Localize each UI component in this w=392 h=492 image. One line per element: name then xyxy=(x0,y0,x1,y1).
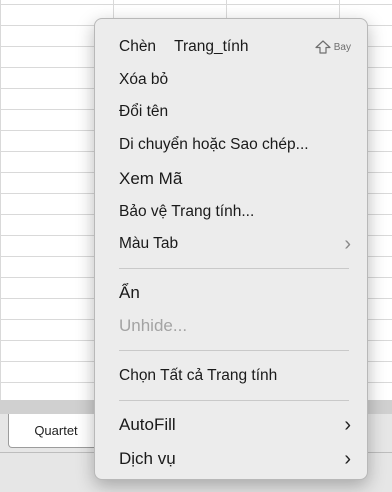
shortcut-text: Bay xyxy=(333,41,351,53)
chevron-right-icon: › xyxy=(344,448,351,470)
menu-item-insert-sheet[interactable]: Chèn Trang_tính Bay xyxy=(119,35,353,59)
menu-item-move-or-copy[interactable]: Di chuyển hoặc Sao chép... xyxy=(119,133,353,157)
menu-item-hide[interactable]: Ẩn xyxy=(119,281,353,305)
menu-item-label: Trang_tính xyxy=(174,38,249,55)
sheet-tab-label: Quartet xyxy=(34,423,78,438)
chevron-right-icon: › xyxy=(344,233,351,255)
menu-item-protect-sheet[interactable]: Bảo vệ Trang tính... xyxy=(119,200,353,224)
menu-item-label: Unhide... xyxy=(119,316,188,335)
menu-item-unhide: Unhide... xyxy=(119,314,353,338)
menu-item-label: AutoFill xyxy=(119,415,176,434)
menu-item-label: Ẩn xyxy=(119,283,140,302)
menu-separator xyxy=(119,400,349,401)
menu-item-label: Chèn xyxy=(119,38,157,55)
menu-item-rename[interactable]: Đổi tên xyxy=(119,100,353,124)
menu-item-autofill[interactable]: AutoFill › xyxy=(119,413,353,437)
menu-shortcut: Bay xyxy=(315,40,351,54)
menu-item-label: Di chuyển hoặc Sao chép... xyxy=(119,136,309,153)
menu-item-label: Đổi tên xyxy=(119,103,169,120)
menu-item-label: Xem Mã xyxy=(119,169,183,188)
menu-item-tab-color[interactable]: Màu Tab › xyxy=(119,232,353,256)
menu-item-label: Chọn Tất cả Trang tính xyxy=(119,367,278,384)
menu-item-view-code[interactable]: Xem Mã xyxy=(119,167,353,191)
menu-item-label: Màu Tab xyxy=(119,235,179,252)
menu-item-label: Xóa bỏ xyxy=(119,71,169,88)
sheet-context-menu: Chèn Trang_tính Bay Xóa bỏ Đổi tên Di ch… xyxy=(94,18,368,480)
menu-item-select-all-sheets[interactable]: Chọn Tất cả Trang tính xyxy=(119,364,353,388)
menu-item-services[interactable]: Dịch vụ › xyxy=(119,447,353,471)
menu-item-label: Dịch vụ xyxy=(119,449,176,468)
menu-item-delete[interactable]: Xóa bỏ xyxy=(119,68,353,92)
menu-separator xyxy=(119,350,349,351)
shift-icon xyxy=(315,40,331,54)
sheet-tab-quartet[interactable]: Quartet xyxy=(8,414,104,448)
menu-item-label: Bảo vệ Trang tính... xyxy=(119,203,255,220)
chevron-right-icon: › xyxy=(344,414,351,436)
menu-separator xyxy=(119,268,349,269)
